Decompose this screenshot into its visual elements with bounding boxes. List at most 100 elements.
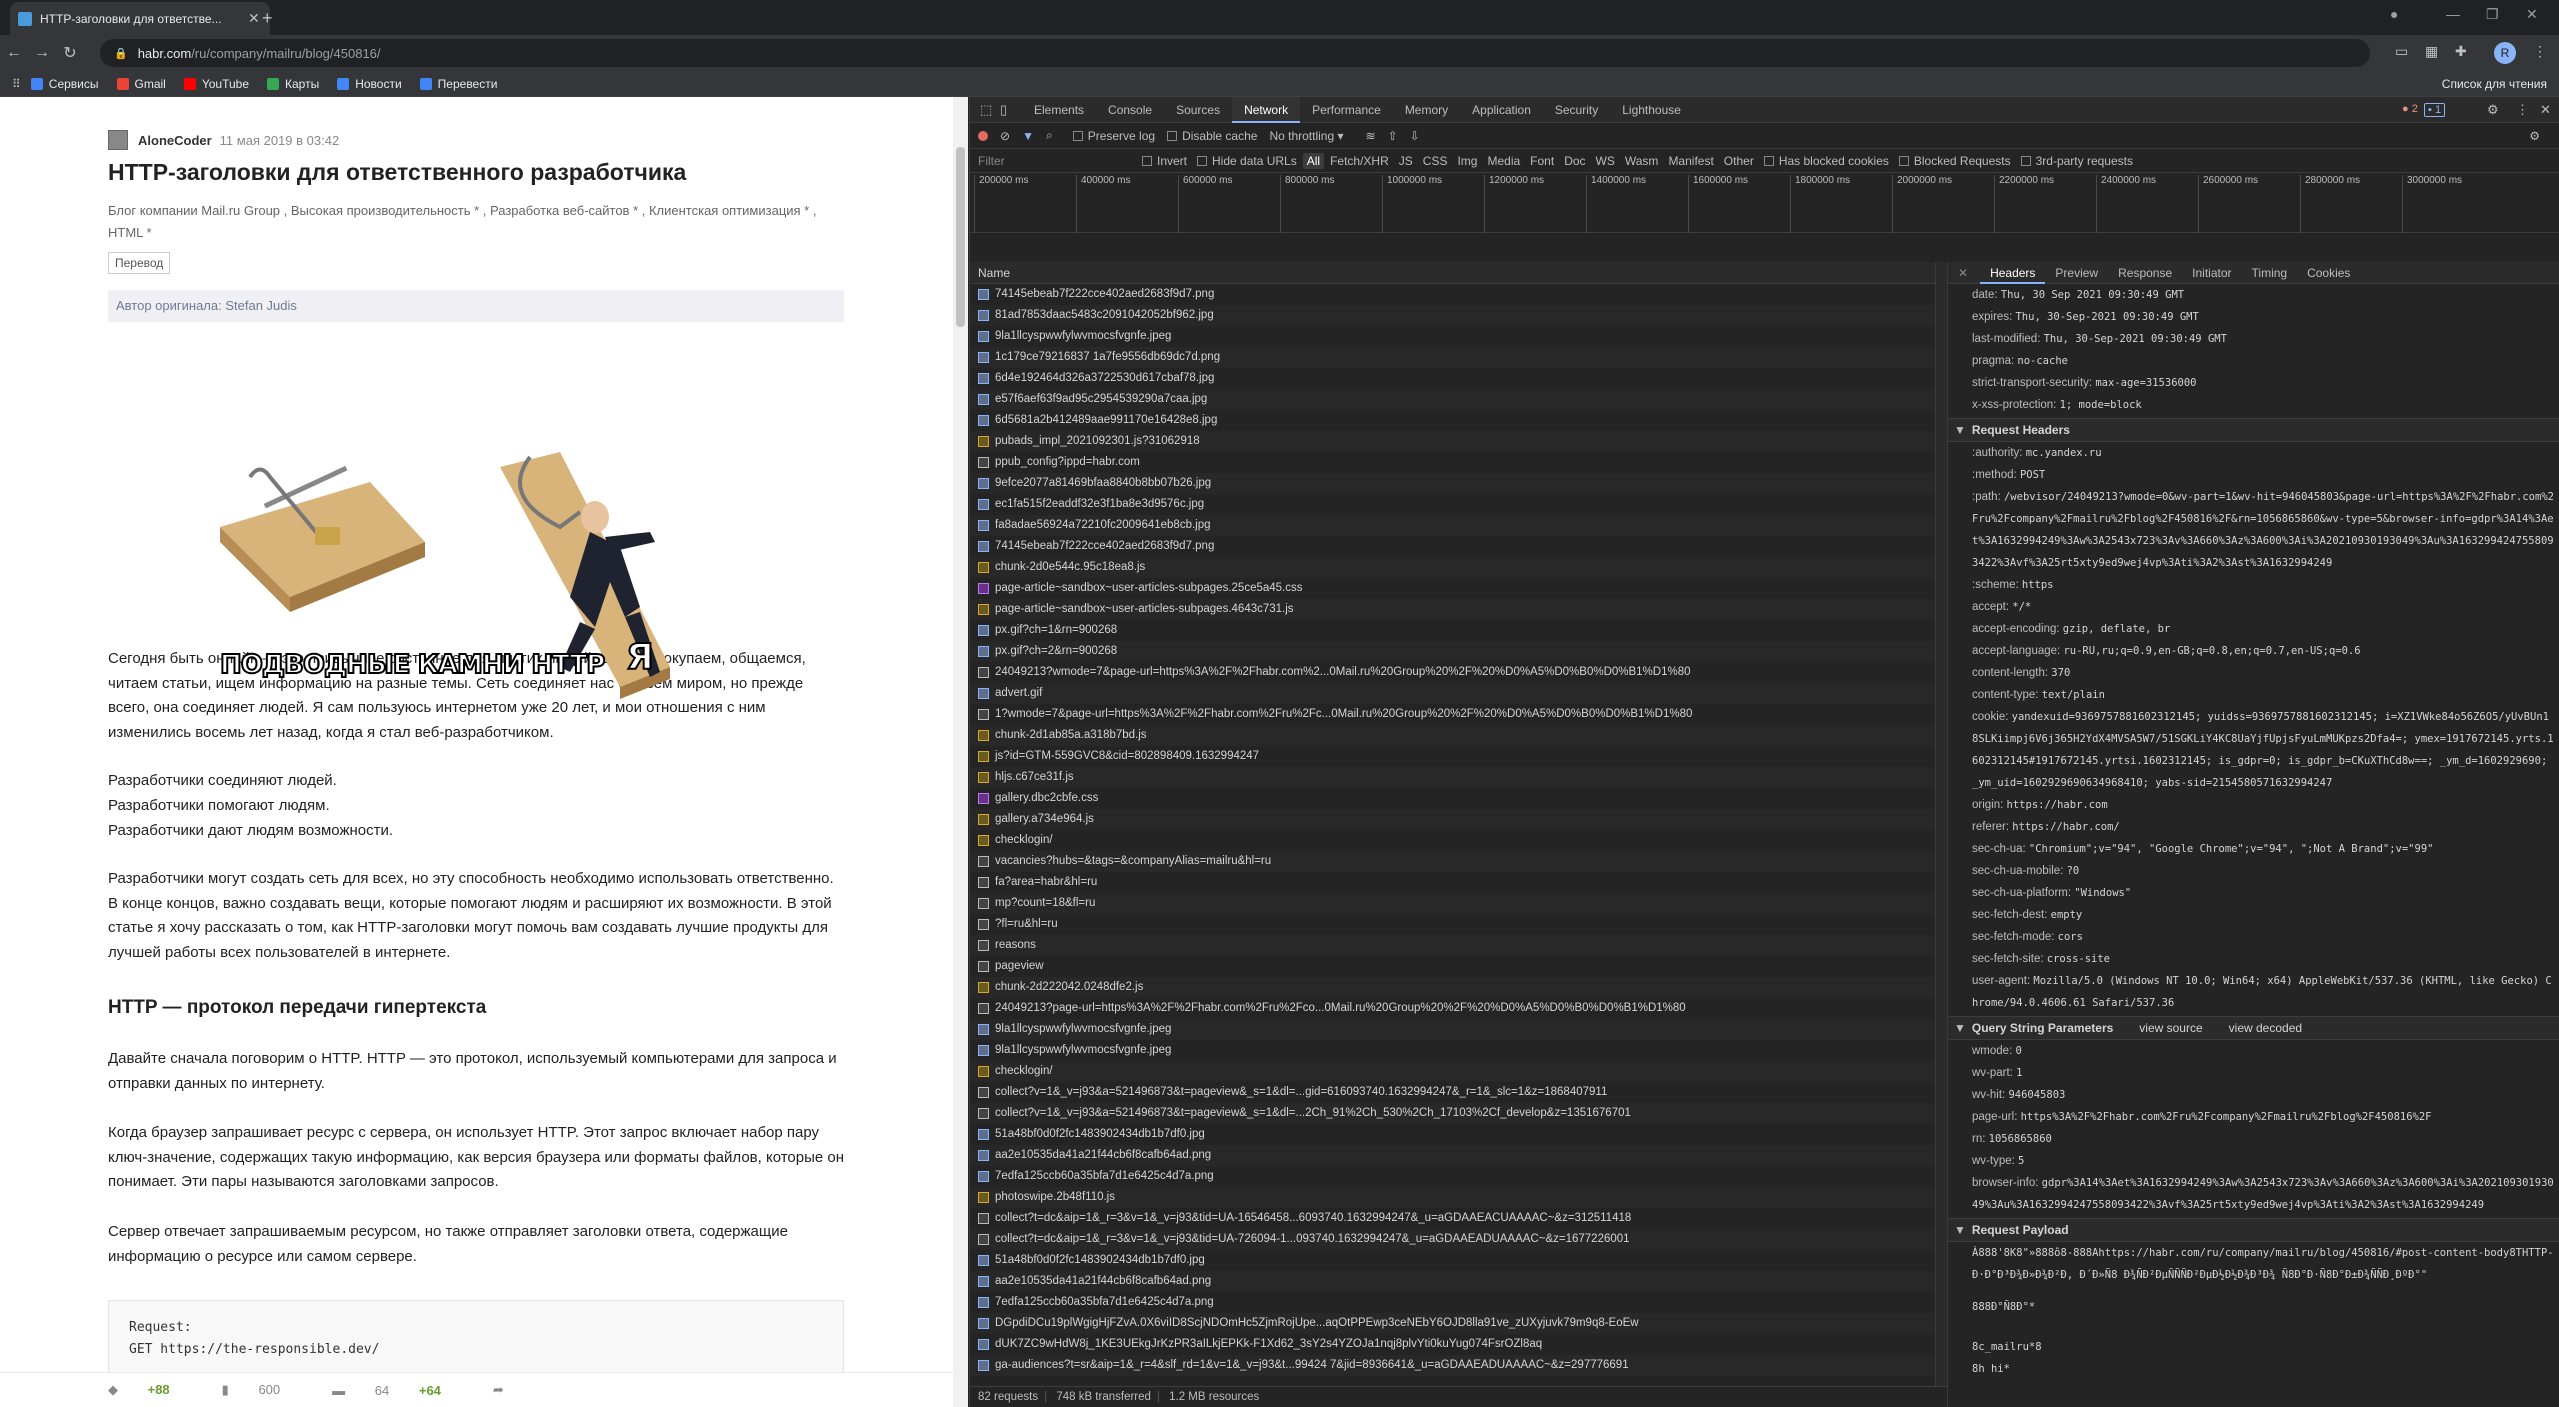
request-row[interactable]: 1c179ce79216837 1a7fe9556db69dc7d.png xyxy=(970,347,1935,368)
request-row[interactable]: 9la1llcyspwwfylwvmocsfvgnfe.jpeg xyxy=(970,326,1935,347)
hubs-list[interactable]: Блог компании Mail.ru Group , Высокая пр… xyxy=(108,200,844,244)
clear-icon[interactable]: ⊘ xyxy=(1000,129,1010,143)
export-icon[interactable]: ⇩ xyxy=(1410,129,1420,143)
cast-icon[interactable]: ▭ xyxy=(2395,43,2408,60)
filter-icon[interactable]: ▼ xyxy=(1022,129,1034,143)
tab-performance[interactable]: Performance xyxy=(1300,97,1393,123)
extensions-icon[interactable]: ✚ xyxy=(2455,43,2467,60)
record-icon[interactable] xyxy=(978,130,988,141)
request-row[interactable]: page-article~sandbox~user-articles-subpa… xyxy=(970,599,1935,620)
network-timeline-overview[interactable]: 200000 ms 400000 ms 600000 ms 800000 ms 1000… xyxy=(970,173,2559,233)
request-row[interactable]: ?fl=ru&hl=ru xyxy=(970,914,1935,935)
reading-list[interactable]: Список для чтения xyxy=(2442,77,2547,91)
request-row[interactable]: 74145ebeab7f222cce402aed2683f9d7.png xyxy=(970,536,1935,557)
tab-network[interactable]: Network xyxy=(1232,96,1301,123)
request-row[interactable]: e57f6aef63f9ad95c2954539290a7caa.jpg xyxy=(970,389,1935,410)
request-row[interactable]: checklogin/ xyxy=(970,1061,1935,1082)
type-filter-ws[interactable]: WS xyxy=(1592,153,1619,169)
page-scrollbar-thumb[interactable] xyxy=(956,147,965,327)
browser-tab[interactable]: HTTP-заголовки для ответстве... ✕ xyxy=(10,2,270,35)
type-filter-all[interactable]: All xyxy=(1302,152,1325,169)
request-row[interactable]: chunk-2d1ab85a.a318b7bd.js xyxy=(970,725,1935,746)
request-payload-section[interactable]: ▼ Request Payload xyxy=(1948,1218,2559,1242)
detail-tab-headers[interactable]: Headers xyxy=(1980,262,2046,284)
maximize-icon[interactable]: ❐ xyxy=(2486,6,2499,23)
type-filter-doc[interactable]: Doc xyxy=(1560,153,1589,169)
tab-console[interactable]: Console xyxy=(1096,97,1164,123)
request-row[interactable]: ppub_config?ippd=habr.com xyxy=(970,452,1935,473)
request-row[interactable]: advert.gif xyxy=(970,683,1935,704)
bookmarks-count[interactable]: ▮ 600 xyxy=(222,1382,306,1398)
bookmark-item[interactable]: Новости xyxy=(337,77,402,91)
disable-cache-checkbox[interactable]: Disable cache xyxy=(1167,129,1257,143)
blocked-requests-checkbox[interactable]: Blocked Requests xyxy=(1895,153,2015,169)
errors-badge[interactable]: ● 2 xyxy=(2399,103,2421,115)
request-row[interactable]: collect?v=1&_v=j93&a=521496873&t=pagevie… xyxy=(970,1082,1935,1103)
tab-elements[interactable]: Elements xyxy=(1022,97,1096,123)
request-row[interactable]: 9la1llcyspwwfylwvmocsfvgnfe.jpeg xyxy=(970,1040,1935,1061)
request-row[interactable]: 24049213?wmode=7&page-url=https%3A%2F%2F… xyxy=(970,662,1935,683)
request-row[interactable]: fa8adae56924a72210fc2009641eb8cb.jpg xyxy=(970,515,1935,536)
inspect-element-icon[interactable]: ⬚ xyxy=(980,102,992,118)
request-row[interactable]: dUK7ZC9wHdW8j_1KE3UEkgJrKzPR3aILkjEPKk-F… xyxy=(970,1334,1935,1355)
invert-checkbox[interactable]: Invert xyxy=(1138,153,1191,169)
messages-badge[interactable]: ▪ 1 xyxy=(2424,103,2446,117)
request-row[interactable]: fa?area=habr&hl=ru xyxy=(970,872,1935,893)
more-options-icon[interactable]: ⋮ xyxy=(2516,102,2529,118)
detail-tab-timing[interactable]: Timing xyxy=(2242,262,2298,284)
request-row[interactable]: chunk-2d222042.0248dfe2.js xyxy=(970,977,1935,998)
import-icon[interactable]: ⇧ xyxy=(1388,129,1398,143)
request-row[interactable]: hljs.c67ce31f.js xyxy=(970,767,1935,788)
request-row[interactable]: px.gif?ch=1&rn=900268 xyxy=(970,620,1935,641)
author-avatar[interactable] xyxy=(108,130,128,150)
request-row[interactable]: chunk-2d0e544c.95c18ea8.js xyxy=(970,557,1935,578)
close-window-icon[interactable]: ✕ xyxy=(2526,6,2538,23)
forward-icon[interactable]: → xyxy=(28,44,56,62)
back-icon[interactable]: ← xyxy=(0,44,28,62)
request-row[interactable]: 74145ebeab7f222cce402aed2683f9d7.png xyxy=(970,284,1935,305)
type-filter-other[interactable]: Other xyxy=(1720,153,1758,169)
detail-tab-initiator[interactable]: Initiator xyxy=(2182,262,2241,284)
request-row[interactable]: 51a48bf0d0f2fc1483902434db1b7df0.jpg xyxy=(970,1250,1935,1271)
request-row[interactable]: px.gif?ch=2&rn=900268 xyxy=(970,641,1935,662)
bookmark-item[interactable]: Карты xyxy=(267,77,319,91)
query-string-section[interactable]: ▼ Query String Parameters view source view … xyxy=(1948,1016,2559,1040)
preserve-log-checkbox[interactable]: Preserve log xyxy=(1072,129,1155,143)
share-icon[interactable]: ➦ xyxy=(493,1382,504,1398)
request-row[interactable]: photoswipe.2b48f110.js xyxy=(970,1187,1935,1208)
type-filter-wasm[interactable]: Wasm xyxy=(1621,153,1663,169)
request-row[interactable]: aa2e10535da41a21f44cb6f8cafb64ad.png xyxy=(970,1271,1935,1292)
request-row[interactable]: collect?v=1&_v=j93&a=521496873&t=pagevie… xyxy=(970,1103,1935,1124)
author-name[interactable]: AloneCoder xyxy=(138,133,212,148)
profile-avatar[interactable]: R xyxy=(2494,42,2516,64)
apps-grid-icon[interactable]: ⠿ xyxy=(12,77,21,91)
detail-tab-cookies[interactable]: Cookies xyxy=(2297,262,2360,284)
type-filter-img[interactable]: Img xyxy=(1453,153,1481,169)
tab-application[interactable]: Application xyxy=(1460,97,1543,123)
request-row[interactable]: ga-audiences?t=sr&aip=1&_r=4&slf_rd=1&v=… xyxy=(970,1355,1935,1376)
close-devtools-icon[interactable]: ✕ xyxy=(2540,102,2551,118)
type-filter-manifest[interactable]: Manifest xyxy=(1664,153,1717,169)
detail-tab-response[interactable]: Response xyxy=(2108,262,2182,284)
view-source-link[interactable]: view source xyxy=(2139,1021,2202,1035)
request-row[interactable]: pageview xyxy=(970,956,1935,977)
request-row[interactable]: 24049213?page-url=https%3A%2F%2Fhabr.com… xyxy=(970,998,1935,1019)
request-row[interactable]: pubads_impl_2021092301.js?31062918 xyxy=(970,431,1935,452)
qr-icon[interactable]: ▦ xyxy=(2425,43,2438,60)
type-filter-font[interactable]: Font xyxy=(1526,153,1558,169)
close-tab-icon[interactable]: ✕ xyxy=(248,10,262,27)
throttling-select[interactable]: No throttling ▾ xyxy=(1269,129,1343,143)
request-list-scrollbar[interactable] xyxy=(1935,262,1947,1386)
request-row[interactable]: 6d5681a2b412489aae991170e16428e8.jpg xyxy=(970,410,1935,431)
request-row[interactable]: gallery.a734e964.js xyxy=(970,809,1935,830)
blocked-cookies-checkbox[interactable]: Has blocked cookies xyxy=(1760,153,1893,169)
network-settings-icon[interactable]: ⚙ xyxy=(2529,129,2540,143)
original-author-link[interactable]: Stefan Judis xyxy=(225,298,297,313)
reload-icon[interactable]: ↻ xyxy=(56,43,84,63)
tab-memory[interactable]: Memory xyxy=(1393,97,1460,123)
type-filter-media[interactable]: Media xyxy=(1483,153,1524,169)
request-row[interactable]: mp?count=18&fl=ru xyxy=(970,893,1935,914)
view-decoded-link[interactable]: view decoded xyxy=(2229,1021,2302,1035)
third-party-checkbox[interactable]: 3rd-party requests xyxy=(2017,153,2137,169)
request-row[interactable]: gallery.dbc2cbfe.css xyxy=(970,788,1935,809)
